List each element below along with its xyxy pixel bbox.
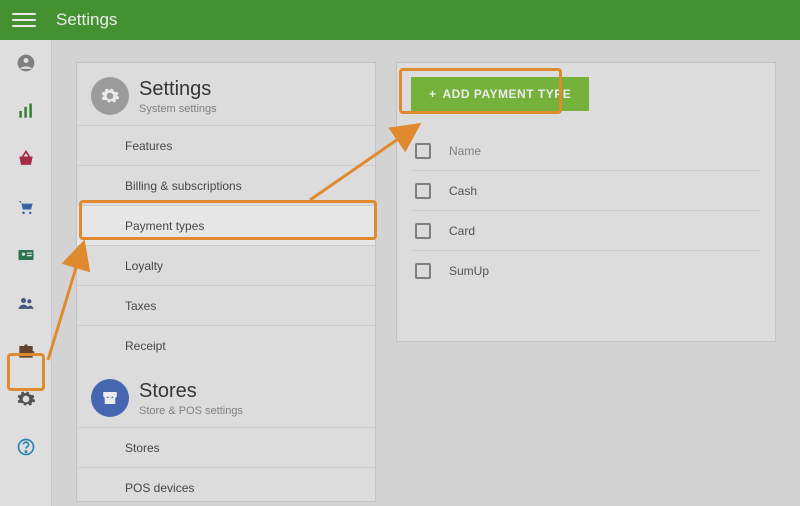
menu-pos-devices[interactable]: POS devices [77,467,375,502]
menu-icon[interactable] [12,8,36,32]
topbar: Settings [0,0,800,40]
account-icon[interactable] [13,50,39,76]
settings-title: Settings [139,78,217,101]
payment-name: Card [449,224,475,238]
payment-list-header: Name [411,131,761,171]
add-button-label: ADD PAYMENT TYPE [443,87,572,101]
main-area: Settings System settings Features Billin… [52,40,800,506]
menu-taxes[interactable]: Taxes [77,285,375,325]
payment-row[interactable]: Card [411,211,761,251]
settings-subtitle: System settings [139,103,217,115]
payment-types-list: Name Cash Card SumUp [411,131,761,291]
row-checkbox[interactable] [415,263,431,279]
row-checkbox[interactable] [415,223,431,239]
payment-types-card: + ADD PAYMENT TYPE Name Cash Card [396,62,776,342]
settings-menu-card: Settings System settings Features Billin… [76,62,376,502]
idcard-icon[interactable] [13,242,39,268]
column-name: Name [449,144,481,158]
menu-stores[interactable]: Stores [77,427,375,467]
menu-loyalty[interactable]: Loyalty [77,245,375,285]
people-icon[interactable] [13,290,39,316]
select-all-checkbox[interactable] [415,143,431,159]
puzzle-icon[interactable] [13,338,39,364]
left-nav [0,40,52,506]
help-icon[interactable] [13,434,39,460]
page-title: Settings [56,10,117,30]
menu-features[interactable]: Features [77,125,375,165]
settings-section-header: Settings System settings [77,63,375,125]
row-checkbox[interactable] [415,183,431,199]
basket-icon[interactable] [13,146,39,172]
plus-icon: + [429,87,437,101]
payment-name: SumUp [449,264,489,278]
stores-section-header: Stores Store & POS settings [77,365,375,427]
stores-title: Stores [139,380,243,403]
stores-subtitle: Store & POS settings [139,405,243,417]
add-payment-type-button[interactable]: + ADD PAYMENT TYPE [411,77,589,111]
menu-payment-types[interactable]: Payment types [77,205,375,245]
gear-icon[interactable] [13,386,39,412]
gear-circle-icon [91,77,129,115]
payment-row[interactable]: Cash [411,171,761,211]
menu-receipt[interactable]: Receipt [77,325,375,365]
cart-icon[interactable] [13,194,39,220]
analytics-icon[interactable] [13,98,39,124]
payment-row[interactable]: SumUp [411,251,761,291]
payment-name: Cash [449,184,477,198]
store-circle-icon [91,379,129,417]
menu-billing[interactable]: Billing & subscriptions [77,165,375,205]
